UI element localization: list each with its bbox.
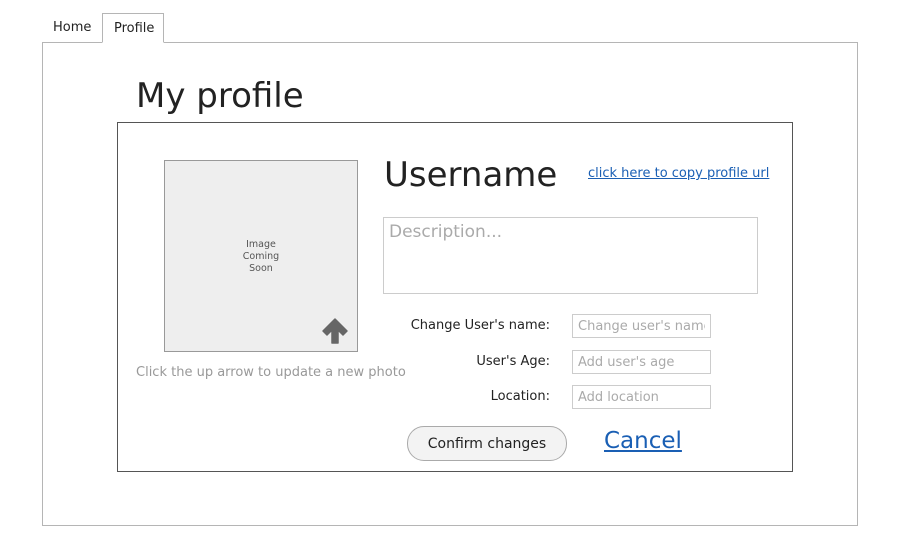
arrow-up-icon[interactable] <box>320 317 350 345</box>
age-field[interactable] <box>572 350 711 374</box>
description-field[interactable] <box>383 217 758 294</box>
cancel-link[interactable]: Cancel <box>604 428 682 454</box>
copy-profile-url-link[interactable]: click here to copy profile url <box>588 166 769 181</box>
location-label: Location: <box>490 389 550 404</box>
location-field[interactable] <box>572 385 711 409</box>
tab-profile[interactable]: Profile <box>102 13 164 43</box>
photo-placeholder-line: Coming <box>242 251 280 262</box>
photo-placeholder-line: Image <box>246 239 276 250</box>
profile-photo: Image Coming Soon <box>164 160 358 352</box>
tab-bar: Home Profile <box>42 13 164 43</box>
photo-placeholder: Image Coming Soon <box>165 239 357 275</box>
page-title: My profile <box>136 76 304 116</box>
username: Username <box>384 155 558 195</box>
name-label: Change User's name: <box>410 318 550 333</box>
confirm-changes-button[interactable]: Confirm changes <box>407 426 567 461</box>
photo-placeholder-line: Soon <box>249 263 273 274</box>
name-field[interactable] <box>572 314 711 338</box>
age-label: User's Age: <box>476 354 550 369</box>
tab-home[interactable]: Home <box>42 13 102 43</box>
